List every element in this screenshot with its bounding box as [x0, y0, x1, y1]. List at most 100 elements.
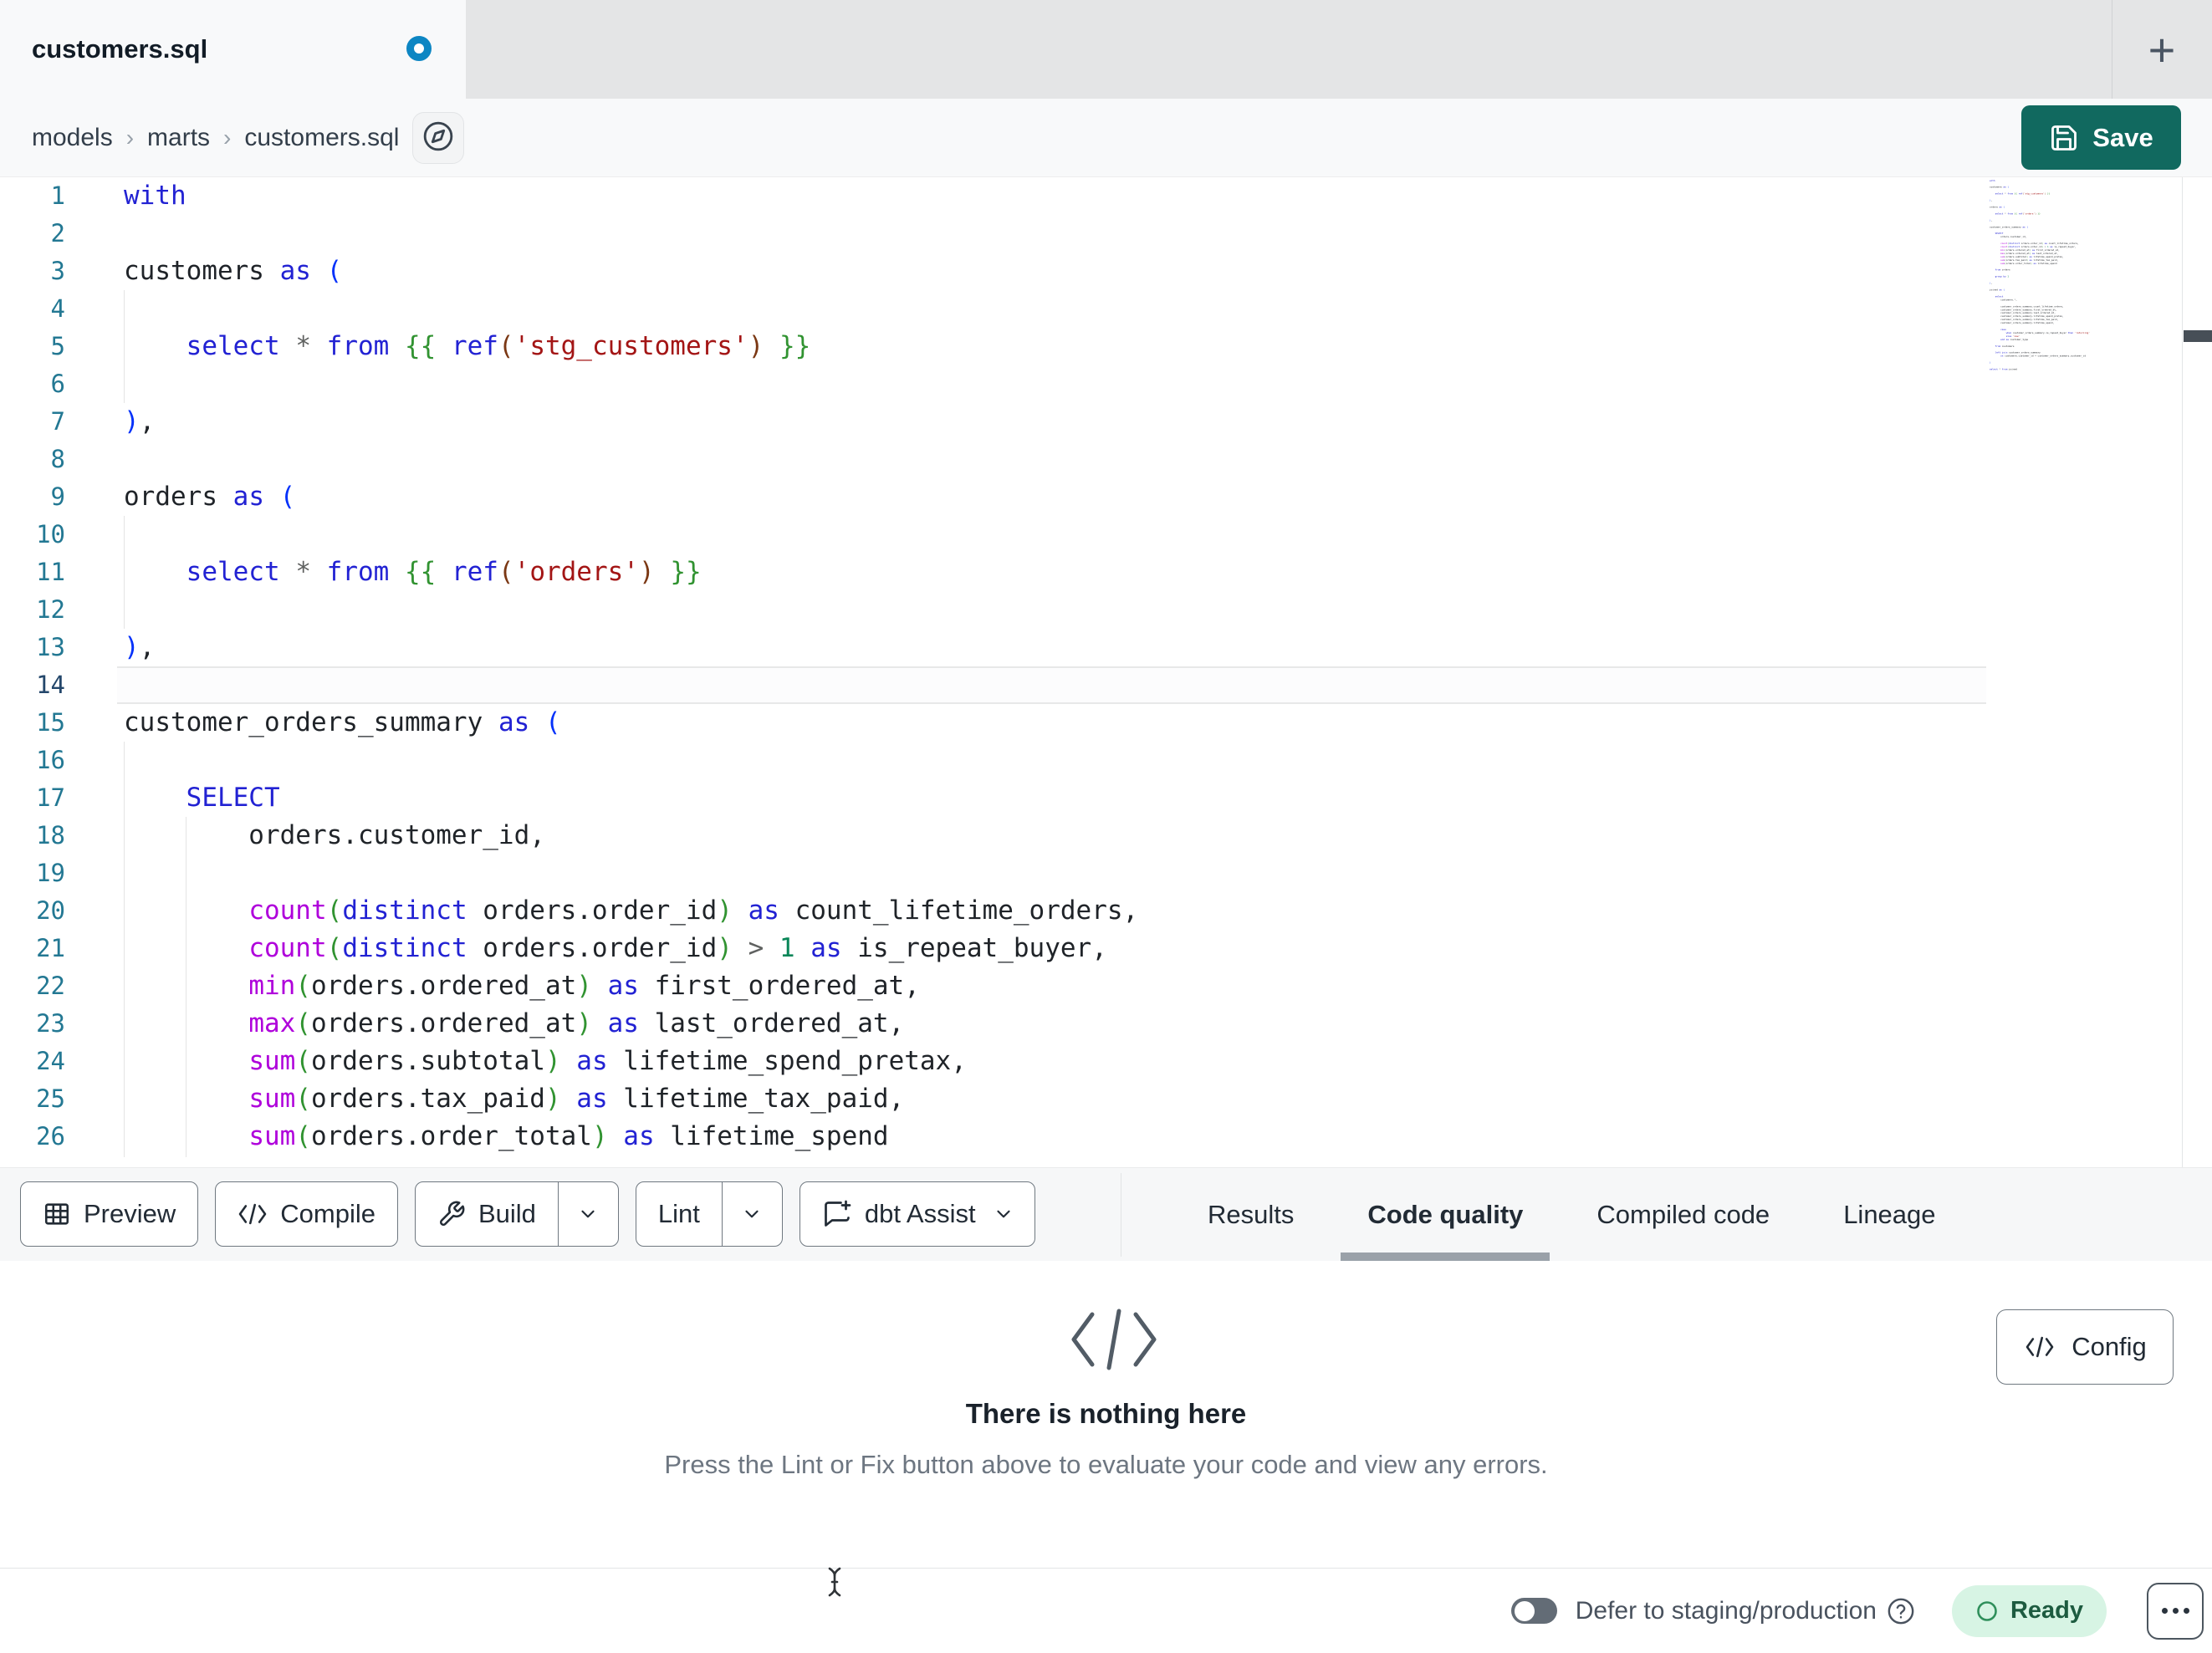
code-line-content: ), [124, 632, 156, 662]
file-tab-strip: customers.sql + [0, 0, 2212, 99]
code-line-12[interactable]: 12 [0, 591, 1986, 629]
config-code-icon [2023, 1334, 2056, 1360]
code-line-content: orders as ( [124, 482, 296, 512]
defer-label: Defer to staging/production [1575, 1596, 1877, 1625]
code-line-content: customer_orders_summary as ( [124, 707, 561, 737]
line-number: 14 [36, 671, 65, 699]
code-line-3[interactable]: 3 customers as ( [0, 253, 1986, 290]
file-lineage-compass-button[interactable] [412, 112, 464, 164]
code-line-14[interactable]: 14 [0, 666, 1986, 704]
preview-button[interactable]: Preview [20, 1181, 199, 1247]
code-editor[interactable]: 1 with 2 3 customers as (4 5 select * from {{… [0, 177, 2212, 1167]
defer-toggle[interactable] [1510, 1598, 1557, 1624]
more-options-button[interactable] [2147, 1582, 2204, 1640]
build-dropdown-chevron[interactable] [557, 1182, 618, 1246]
build-button[interactable]: Build [414, 1181, 619, 1247]
code-line-content [117, 742, 1986, 779]
line-number: 13 [36, 633, 65, 661]
file-tab-title: customers.sql [32, 34, 208, 64]
line-number: 24 [36, 1047, 65, 1075]
line-number: 9 [50, 482, 65, 511]
wrench-icon [437, 1200, 466, 1228]
code-line-content [117, 290, 1986, 328]
code-line-2[interactable]: 2 [0, 215, 1986, 253]
code-line-content: min(orders.ordered_at) as first_ordered_… [248, 971, 920, 1001]
status-bar: Defer to staging/production Ready [0, 1568, 2212, 1653]
code-line-4[interactable]: 4 [0, 290, 1986, 328]
line-number: 10 [36, 520, 65, 548]
dbt-cloud-ide-window: customers.sql + models › marts › customers.s… [0, 0, 2212, 1653]
save-button[interactable]: Save [2021, 105, 2181, 170]
ready-circle-icon [1975, 1599, 1999, 1623]
code-line-content: count(distinct orders.order_id) as count… [248, 895, 1139, 926]
breadcrumb-row: models › marts › customers.sql Save [0, 99, 2212, 177]
line-number: 23 [36, 1009, 65, 1038]
line-number: 6 [50, 370, 65, 398]
code-line-19[interactable]: 19 [0, 855, 1986, 892]
code-line-content: customers as ( [124, 256, 343, 286]
code-line-content [117, 215, 1986, 253]
line-number: 19 [36, 859, 65, 887]
code-line-6[interactable]: 6 [0, 365, 1986, 403]
code-line-11[interactable]: 11 select * from {{ ref('orders') }} [0, 554, 1986, 591]
breadcrumb-separator: › [223, 125, 232, 151]
code-line-7[interactable]: 7), [0, 403, 1986, 441]
code-line-9[interactable]: 9 orders as ( [0, 478, 1986, 516]
code-lines: 1 with 2 3 customers as (4 5 select * from {{… [0, 177, 1986, 1156]
tab-compiled-code[interactable]: Compiled code [1560, 1168, 1806, 1262]
code-line-content: orders.customer_id, [124, 820, 545, 850]
tab-code-quality[interactable]: Code quality [1331, 1168, 1560, 1262]
lint-dropdown-chevron[interactable] [721, 1182, 782, 1246]
file-tab-customers-sql[interactable]: customers.sql [0, 0, 466, 99]
dbt-assist-dropdown-chevron[interactable] [993, 1203, 1034, 1225]
overview-ruler-marker [2184, 330, 2212, 342]
ide-status-label: Ready [2010, 1597, 2083, 1624]
line-number: 17 [36, 783, 65, 812]
line-number: 18 [36, 821, 65, 849]
code-line-23[interactable]: 23 max(orders.ordered_at) as last_ordere… [0, 1005, 1986, 1043]
code-line-content: max(orders.ordered_at) as last_ordered_a… [248, 1008, 905, 1038]
compile-button[interactable]: Compile [215, 1181, 398, 1247]
new-tab-button[interactable]: + [2122, 0, 2202, 99]
config-button[interactable]: Config [1996, 1309, 2174, 1385]
minimap[interactable]: with customers as ( select * from {{ ref(… [1986, 177, 2181, 1167]
code-line-15[interactable]: 15 customer_orders_summary as ( [0, 704, 1986, 742]
dbt-assist-button[interactable]: dbt Assist [799, 1181, 1035, 1247]
code-line-17[interactable]: 17 SELECT [0, 779, 1986, 817]
line-number: 4 [50, 294, 65, 323]
code-line-24[interactable]: 24 sum(orders.subtotal) as lifetime_spen… [0, 1043, 1986, 1080]
dbt-assist-button-label: dbt Assist [864, 1199, 976, 1228]
code-line-20[interactable]: 20 count(distinct orders.order_id) as co… [0, 892, 1986, 930]
lint-button[interactable]: Lint [635, 1181, 783, 1247]
breadcrumb-item-models[interactable]: models [32, 124, 113, 152]
code-line-8[interactable]: 8 [0, 441, 1986, 478]
code-line-13[interactable]: 13), [0, 629, 1986, 666]
code-line-22[interactable]: 22 min(orders.ordered_at) as first_order… [0, 967, 1986, 1005]
line-number: 20 [36, 896, 65, 925]
floppy-save-icon [2049, 123, 2079, 153]
breadcrumb-item-customers-sql[interactable]: customers.sql [244, 124, 399, 152]
breadcrumb-item-marts[interactable]: marts [147, 124, 210, 152]
tab-results[interactable]: Results [1171, 1168, 1331, 1262]
code-line-5[interactable]: 5 select * from {{ ref('stg_customers') … [0, 328, 1986, 365]
toggle-knob [1514, 1600, 1535, 1621]
code-line-26[interactable]: 26 sum(orders.order_total) as lifetime_s… [0, 1118, 1986, 1156]
code-line-25[interactable]: 25 sum(orders.tax_paid) as lifetime_tax_… [0, 1080, 1986, 1118]
editor-toolbar: Preview Compile Build Lint dbt Assist Re… [0, 1167, 2212, 1262]
build-button-label: Build [478, 1199, 536, 1228]
help-icon[interactable] [1887, 1597, 1915, 1625]
code-slash-icon [1064, 1304, 1164, 1375]
code-line-1[interactable]: 1 with [0, 177, 1986, 215]
tab-lineage[interactable]: Lineage [1806, 1168, 1972, 1262]
overview-ruler[interactable] [2182, 177, 2212, 1167]
toolbar-buttons: Preview Compile Build Lint dbt Assist [20, 1181, 1035, 1247]
code-line-18[interactable]: 18 orders.customer_id, [0, 817, 1986, 855]
code-line-10[interactable]: 10 [0, 516, 1986, 554]
line-number: 26 [36, 1122, 65, 1150]
breadcrumb: models › marts › customers.sql [32, 99, 399, 177]
code-line-21[interactable]: 21 count(distinct orders.order_id) > 1 a… [0, 930, 1986, 967]
code-line-16[interactable]: 16 [0, 742, 1986, 779]
code-line-content: ), [124, 406, 156, 436]
unsaved-changes-indicator [406, 36, 432, 61]
code-line-content [117, 591, 1986, 629]
